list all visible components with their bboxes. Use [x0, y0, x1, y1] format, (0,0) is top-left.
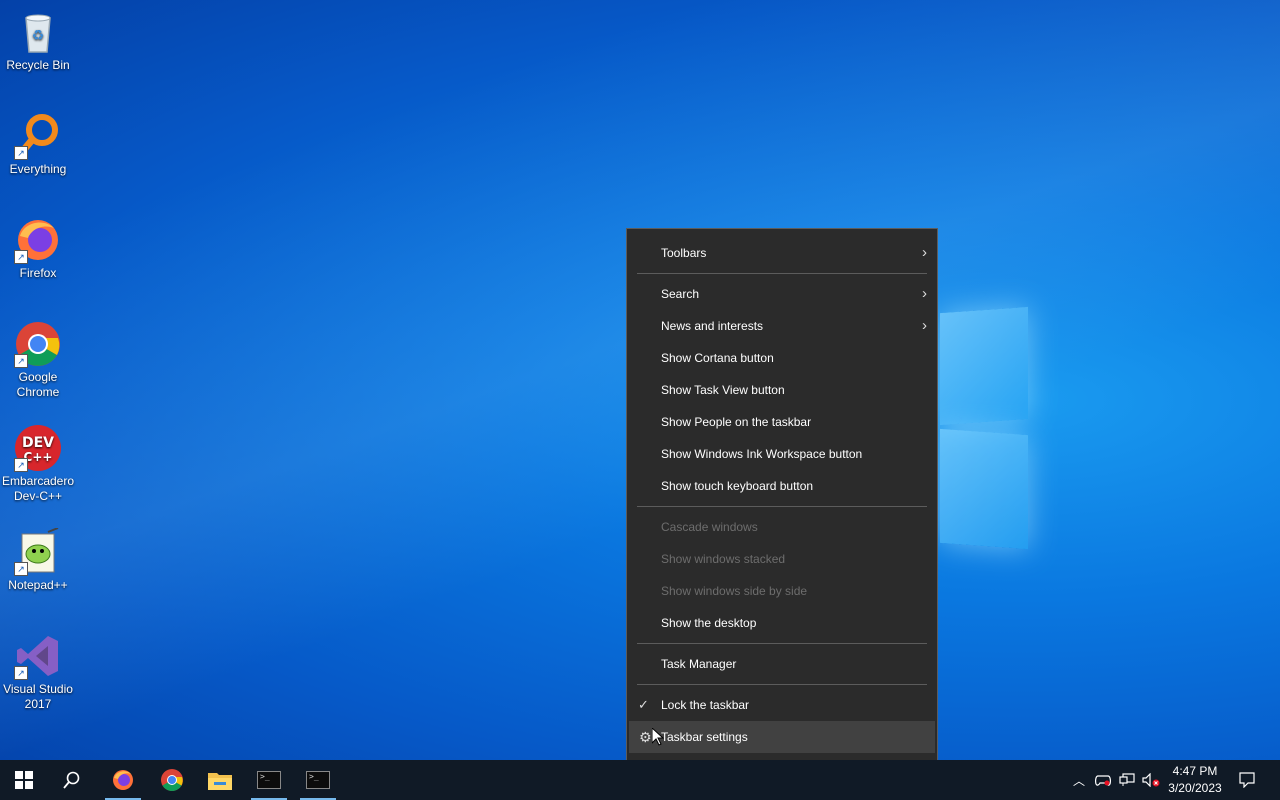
menu-item-label: Task Manager	[661, 657, 737, 671]
menu-separator	[637, 273, 927, 274]
devcpp-logo-text: DEV	[22, 435, 54, 451]
menu-item-task-manager[interactable]: Task Manager	[627, 648, 937, 680]
firefox-icon: ↗	[14, 216, 62, 264]
menu-item-label: Toolbars	[661, 246, 707, 260]
notepadpp-icon: ↗	[14, 527, 62, 576]
menu-item-show-touch-keyboard[interactable]: Show touch keyboard button	[627, 470, 937, 502]
chrome-icon	[161, 769, 183, 791]
terminal-icon: >_	[257, 771, 281, 789]
menu-item-lock-taskbar[interactable]: ✓ Lock the taskbar	[627, 689, 937, 721]
desktop-icon-chrome[interactable]: ↗ Google Chrome	[0, 320, 76, 400]
file-explorer-icon	[208, 773, 232, 790]
desktop-icon-label: Google Chrome	[16, 370, 60, 399]
shortcut-arrow-icon: ↗	[14, 250, 28, 264]
taskbar-search-button[interactable]	[48, 760, 96, 800]
desktop-icon-label: Firefox	[19, 266, 57, 280]
desktop-icon-label: Visual Studio 2017	[3, 682, 73, 711]
mouse-cursor-icon	[652, 728, 664, 746]
everything-search-icon: ↗	[14, 112, 62, 160]
menu-item-label: Show windows stacked	[661, 552, 786, 566]
desktop-icon-everything[interactable]: ↗ Everything	[0, 112, 76, 177]
game-controller-icon	[1095, 775, 1111, 786]
devcpp-icon: DEV C++ ↗	[14, 424, 62, 472]
menu-item-label: Taskbar settings	[661, 730, 748, 744]
chevron-right-icon: ›	[922, 244, 927, 261]
menu-item-label: Show windows side by side	[661, 584, 808, 598]
menu-separator	[637, 643, 927, 644]
desktop-icon-visual-studio[interactable]: ↗ Visual Studio 2017	[0, 632, 76, 712]
menu-item-show-desktop[interactable]: Show the desktop	[627, 607, 937, 639]
menu-item-label: Show Task View button	[661, 383, 785, 397]
menu-separator	[637, 506, 927, 507]
menu-item-toolbars[interactable]: Toolbars ›	[627, 237, 937, 269]
chrome-icon: ↗	[14, 320, 62, 368]
desktop-icon-devcpp[interactable]: DEV C++ ↗ Embarcadero Dev-C++	[0, 424, 76, 504]
menu-item-label: Show Cortana button	[661, 351, 774, 365]
notification-icon	[1239, 772, 1255, 788]
menu-item-show-cortana[interactable]: Show Cortana button	[627, 342, 937, 374]
volume-muted-icon	[1142, 773, 1160, 787]
firefox-icon	[113, 770, 133, 790]
chevron-right-icon: ›	[922, 317, 927, 334]
shortcut-arrow-icon: ↗	[14, 458, 28, 472]
menu-item-label: News and interests	[661, 319, 764, 333]
taskbar-terminal-2[interactable]: >_	[294, 760, 342, 800]
taskbar: >_ >_ ︿ 4:47 PM 3/20/2023	[0, 760, 1280, 800]
desktop-icon-label: Notepad++	[8, 578, 68, 592]
menu-item-taskbar-settings[interactable]: ⚙ Taskbar settings	[629, 721, 935, 753]
desktop-icon-firefox[interactable]: ↗ Firefox	[0, 216, 76, 281]
chevron-right-icon: ›	[922, 285, 927, 302]
taskbar-file-explorer[interactable]	[196, 760, 244, 800]
tray-network[interactable]	[1116, 760, 1138, 800]
desktop-icon-label: Everything	[9, 162, 67, 176]
checkmark-icon: ✓	[638, 697, 649, 712]
shortcut-arrow-icon: ↗	[14, 354, 28, 368]
menu-item-label: Cascade windows	[661, 520, 758, 534]
network-icon	[1119, 773, 1135, 786]
menu-item-label: Show Windows Ink Workspace button	[661, 447, 863, 461]
clock-date: 3/20/2023	[1168, 781, 1222, 795]
menu-item-label: Lock the taskbar	[661, 698, 750, 712]
recycle-bin-icon: ♻	[14, 8, 62, 56]
menu-item-windows-stacked: Show windows stacked	[627, 543, 937, 575]
show-hidden-icons-button[interactable]: ︿	[1068, 760, 1090, 800]
start-icon	[15, 771, 33, 789]
menu-item-show-task-view[interactable]: Show Task View button	[627, 374, 937, 406]
wallpaper-windows-logo	[932, 306, 1028, 550]
chevron-up-icon: ︿	[1072, 773, 1085, 788]
menu-item-show-ink-workspace[interactable]: Show Windows Ink Workspace button	[627, 438, 937, 470]
taskbar-chrome[interactable]	[148, 760, 196, 800]
menu-item-news-and-interests[interactable]: News and interests ›	[627, 310, 937, 342]
taskbar-firefox[interactable]	[99, 760, 147, 800]
menu-item-label: Show People on the taskbar	[661, 415, 812, 429]
svg-text:♻: ♻	[32, 28, 45, 44]
menu-item-cascade-windows: Cascade windows	[627, 511, 937, 543]
search-icon	[63, 771, 80, 789]
tray-game-controller[interactable]	[1092, 760, 1114, 800]
menu-separator	[637, 684, 927, 685]
shortcut-arrow-icon: ↗	[14, 146, 28, 160]
desktop-icon-label: Embarcadero Dev-C++	[1, 474, 75, 503]
menu-item-search[interactable]: Search ›	[627, 278, 937, 310]
desktop-icon-recycle-bin[interactable]: ♻ Recycle Bin	[0, 8, 76, 73]
menu-item-show-people[interactable]: Show People on the taskbar	[627, 406, 937, 438]
terminal-icon: >_	[306, 771, 330, 789]
desktop-icon-notepadpp[interactable]: ↗ Notepad++	[0, 527, 76, 593]
start-button[interactable]	[0, 760, 48, 800]
gear-icon: ⚙	[639, 729, 652, 745]
menu-item-label: Search	[661, 287, 700, 301]
shortcut-arrow-icon: ↗	[14, 562, 28, 576]
shortcut-arrow-icon: ↗	[14, 666, 28, 680]
taskbar-context-menu: Toolbars › Search › News and interests ›…	[626, 228, 938, 761]
desktop-icon-label: Recycle Bin	[6, 58, 70, 72]
taskbar-terminal-1[interactable]: >_	[245, 760, 293, 800]
tray-volume[interactable]	[1140, 760, 1162, 800]
taskbar-clock[interactable]: 4:47 PM 3/20/2023	[1160, 763, 1230, 797]
menu-item-windows-side-by-side: Show windows side by side	[627, 575, 937, 607]
menu-item-label: Show touch keyboard button	[661, 479, 814, 493]
clock-time: 4:47 PM	[1172, 764, 1218, 778]
menu-item-label: Show the desktop	[661, 616, 757, 630]
visual-studio-icon: ↗	[14, 632, 62, 680]
action-center-button[interactable]	[1234, 760, 1260, 800]
